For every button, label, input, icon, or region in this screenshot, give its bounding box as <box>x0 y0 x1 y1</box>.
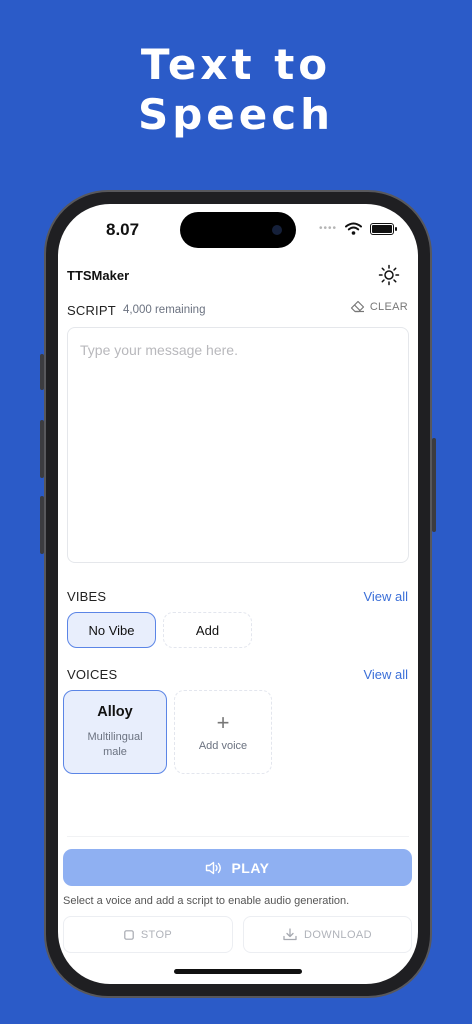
download-label: DOWNLOAD <box>304 928 372 941</box>
speaker-icon <box>206 861 222 874</box>
home-indicator <box>174 969 302 974</box>
vibes-view-all-link[interactable]: View all <box>363 589 408 604</box>
signal-dots-icon: •••• <box>318 223 337 234</box>
clear-button[interactable]: CLEAR <box>350 300 408 313</box>
add-voice-button[interactable]: + Add voice <box>174 690 272 774</box>
script-label: SCRIPT <box>67 303 116 318</box>
side-button-right <box>432 438 436 532</box>
phone-frame: 8.07 •••• TTSMaker SCRIPT 4,000 remainin… <box>40 190 436 998</box>
promo-title-line2: Speech <box>137 90 335 139</box>
voices-view-all-link[interactable]: View all <box>363 667 408 682</box>
stop-label: STOP <box>140 928 173 941</box>
side-button-left-1 <box>40 354 44 390</box>
side-button-left-2 <box>40 420 44 478</box>
download-icon <box>283 928 297 941</box>
camera-icon <box>272 225 282 235</box>
status-time: 8.07 <box>106 220 140 239</box>
vibe-chip-add[interactable]: Add <box>163 612 252 648</box>
download-button[interactable]: DOWNLOAD <box>243 916 412 953</box>
dynamic-island <box>180 212 296 248</box>
divider <box>67 836 409 837</box>
stop-button[interactable]: STOP <box>63 916 233 953</box>
sun-icon[interactable] <box>378 264 400 286</box>
app-name: TTSMaker <box>67 268 130 283</box>
remaining-count: 4,000 remaining <box>123 304 206 316</box>
status-icons: •••• <box>318 222 397 235</box>
promo-title: Text to Speech <box>0 40 472 140</box>
vibe-chip-no-vibe[interactable]: No Vibe <box>67 612 156 648</box>
script-input[interactable] <box>67 327 409 563</box>
voice-description: Multilingual male <box>87 731 143 758</box>
add-voice-label: Add voice <box>198 740 248 752</box>
promo-title-line1: Text to <box>140 40 332 89</box>
play-button[interactable]: PLAY <box>63 849 412 886</box>
vibes-label: VIBES <box>67 589 107 604</box>
voice-card-alloy[interactable]: Alloy Multilingual male <box>63 690 167 774</box>
voice-name: Alloy <box>97 704 133 720</box>
voices-label: VOICES <box>67 667 118 682</box>
app-screen: 8.07 •••• TTSMaker SCRIPT 4,000 remainin… <box>58 204 418 984</box>
wifi-icon <box>345 222 362 235</box>
side-button-left-3 <box>40 496 44 554</box>
battery-icon <box>370 222 397 235</box>
play-label: PLAY <box>231 859 270 876</box>
plus-icon: + <box>216 710 230 735</box>
clear-label: CLEAR <box>369 300 408 313</box>
stop-square-icon <box>124 929 134 940</box>
eraser-icon <box>350 300 364 313</box>
generation-hint: Select a voice and add a script to enabl… <box>63 895 350 907</box>
